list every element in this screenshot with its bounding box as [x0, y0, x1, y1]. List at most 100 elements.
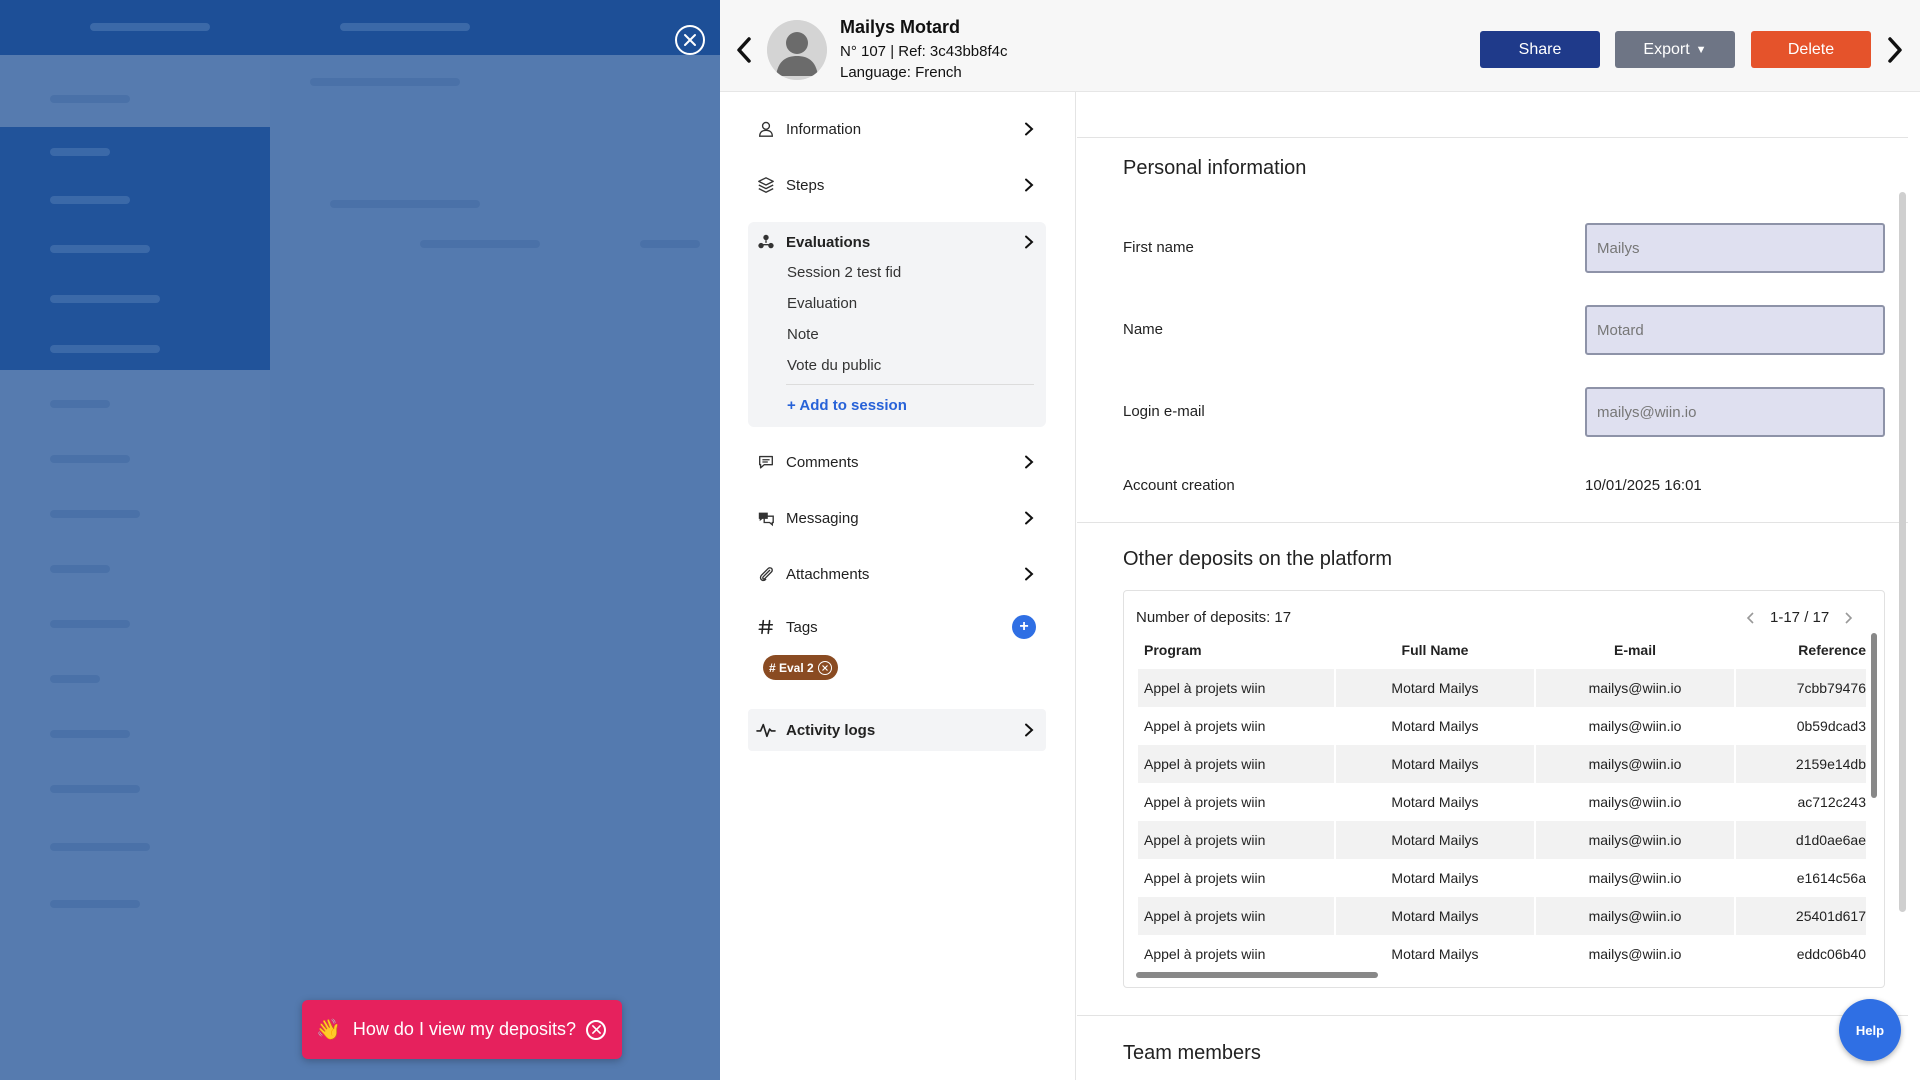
- chevron-right-icon: [1025, 511, 1034, 525]
- table-vertical-scrollbar[interactable]: [1871, 633, 1877, 798]
- cell-email: mailys@wiin.io: [1588, 794, 1682, 810]
- nav-item-label: Evaluations: [786, 233, 871, 251]
- help-button[interactable]: Help: [1839, 999, 1901, 1061]
- export-button[interactable]: Export ▼: [1615, 31, 1735, 68]
- column-header-reference[interactable]: Reference: [1736, 631, 1866, 669]
- record-language: Language: French: [840, 64, 962, 81]
- name-label: Name: [1123, 321, 1164, 338]
- divider: [1077, 1015, 1908, 1016]
- panel-scrollbar[interactable]: [1899, 192, 1906, 912]
- table-row[interactable]: Appel à projets wiin Motard Mailys mailys@…: [1138, 859, 1866, 897]
- record-reference: N° 107 | Ref: 3c43bb8f4c: [840, 43, 1008, 60]
- user-silhouette-icon: [767, 20, 827, 80]
- detail-content: Personal information First name Mailys N…: [1077, 92, 1920, 1080]
- add-tag-button[interactable]: +: [1012, 615, 1036, 639]
- close-panel-button[interactable]: [675, 25, 705, 55]
- cell-program: Appel à projets wiin: [1144, 870, 1266, 886]
- column-header-full-name[interactable]: Full Name: [1336, 631, 1534, 669]
- plus-icon: +: [1019, 618, 1029, 635]
- cell-full-name: Motard Mailys: [1391, 946, 1479, 962]
- evaluation-session-item[interactable]: Note: [787, 326, 819, 343]
- table-row[interactable]: Appel à projets wiin Motard Mailys mailys@…: [1138, 897, 1866, 935]
- column-header-email[interactable]: E-mail: [1536, 631, 1734, 669]
- nav-item-label: Messaging: [786, 509, 859, 527]
- email-label: Login e-mail: [1123, 403, 1205, 420]
- user-icon: [756, 119, 776, 139]
- nav-item-information[interactable]: Information: [748, 109, 1046, 149]
- table-row[interactable]: Appel à projets wiin Motard Mailys mailys@…: [1138, 707, 1866, 745]
- cell-email: mailys@wiin.io: [1536, 897, 1734, 935]
- name-field[interactable]: Motard: [1585, 305, 1885, 355]
- nav-item-evaluations[interactable]: Evaluations: [748, 222, 1046, 262]
- divider: [1077, 137, 1908, 138]
- toast-close-button[interactable]: [586, 1019, 606, 1040]
- chevron-right-icon[interactable]: [1841, 611, 1855, 625]
- table-row[interactable]: Appel à projets wiin Motard Mailys mailys@…: [1138, 821, 1866, 859]
- cell-reference: e1614c56a: [1796, 870, 1866, 886]
- nav-item-tags: Tags: [748, 607, 1046, 647]
- chevron-right-icon[interactable]: [1886, 36, 1904, 64]
- nav-item-messaging[interactable]: Messaging: [748, 498, 1046, 538]
- nav-item-label: Comments: [786, 453, 859, 471]
- chevron-left-icon[interactable]: [1744, 611, 1758, 625]
- cell-reference: ac712c243: [1797, 794, 1866, 810]
- add-to-session-link[interactable]: + Add to session: [787, 397, 907, 414]
- table-row[interactable]: Appel à projets wiin Motard Mailys mailys@…: [1138, 935, 1866, 973]
- cell-email: mailys@wiin.io: [1588, 870, 1682, 886]
- cell-reference: 0b59dcad3: [1796, 718, 1866, 734]
- email-field[interactable]: mailys@wiin.io: [1585, 387, 1885, 437]
- modal-backdrop[interactable]: [0, 0, 720, 1080]
- table-row[interactable]: Appel à projets wiin Motard Mailys mailys@…: [1138, 745, 1866, 783]
- delete-button[interactable]: Delete: [1751, 31, 1871, 68]
- nav-item-comments[interactable]: Comments: [748, 442, 1046, 482]
- chevron-left-icon[interactable]: [735, 36, 753, 64]
- pagination: 1-17 / 17: [1744, 609, 1855, 626]
- cell-program: Appel à projets wiin: [1144, 718, 1266, 734]
- nav-item-attachments[interactable]: Attachments: [748, 554, 1046, 594]
- panel-header: Mailys Motard N° 107 | Ref: 3c43bb8f4c L…: [720, 0, 1920, 92]
- cell-reference: 25401d617: [1736, 897, 1866, 935]
- section-nav: Information Steps Evaluations Session 2 …: [720, 92, 1076, 1080]
- share-button[interactable]: Share: [1480, 31, 1600, 68]
- divider: [1077, 522, 1908, 523]
- nav-item-activity-logs[interactable]: Activity logs: [748, 709, 1046, 751]
- cell-full-name: Motard Mailys: [1391, 870, 1479, 886]
- cell-reference: d1d0ae6ae: [1736, 821, 1866, 859]
- layers-icon: [756, 175, 776, 195]
- column-header-program[interactable]: Program: [1138, 631, 1334, 669]
- cell-full-name: Motard Mailys: [1336, 897, 1534, 935]
- nav-item-label: Tags: [786, 618, 818, 636]
- first-name-field[interactable]: Mailys: [1585, 223, 1885, 273]
- evaluation-session-item[interactable]: Evaluation: [787, 295, 857, 312]
- avatar: [767, 20, 827, 80]
- divider: [786, 384, 1034, 385]
- cell-program: Appel à projets wiin: [1138, 897, 1334, 935]
- onboarding-toast[interactable]: 👋 How do I view my deposits?: [302, 1000, 622, 1059]
- cell-full-name: Motard Mailys: [1391, 794, 1479, 810]
- cell-program: Appel à projets wiin: [1138, 745, 1334, 783]
- evaluation-session-item[interactable]: Session 2 test fid: [787, 264, 901, 281]
- deposits-table-card: Number of deposits: 17 1-17 / 17 Program…: [1123, 590, 1885, 988]
- close-icon: [821, 664, 828, 671]
- remove-tag-button[interactable]: [817, 660, 832, 675]
- nav-item-label: Steps: [786, 176, 825, 194]
- export-button-label: Export: [1643, 40, 1690, 58]
- evaluation-session-item[interactable]: Vote du public: [787, 357, 881, 374]
- cell-program: Appel à projets wiin: [1138, 821, 1334, 859]
- table-row[interactable]: Appel à projets wiin Motard Mailys mailys@…: [1138, 783, 1866, 821]
- record-name: Mailys Motard: [840, 17, 961, 37]
- team-members-title: Team members: [1123, 1042, 1261, 1064]
- nav-item-steps[interactable]: Steps: [748, 165, 1046, 205]
- cell-email: mailys@wiin.io: [1536, 669, 1734, 707]
- table-row[interactable]: Appel à projets wiin Motard Mailys mailys@…: [1138, 669, 1866, 707]
- pagination-range: 1-17 / 17: [1770, 609, 1830, 626]
- cell-program: Appel à projets wiin: [1144, 946, 1266, 962]
- table-horizontal-scrollbar[interactable]: [1136, 972, 1378, 978]
- chevron-right-icon: [1025, 567, 1034, 581]
- cell-full-name: Motard Mailys: [1336, 821, 1534, 859]
- personal-info-title: Personal information: [1123, 157, 1307, 179]
- evaluations-group: Evaluations Session 2 test fid Evaluatio…: [748, 222, 1046, 427]
- tag-chip-label: # Eval 2: [769, 660, 814, 675]
- hashtag-icon: [756, 617, 776, 637]
- deposits-count: Number of deposits: 17: [1136, 609, 1292, 626]
